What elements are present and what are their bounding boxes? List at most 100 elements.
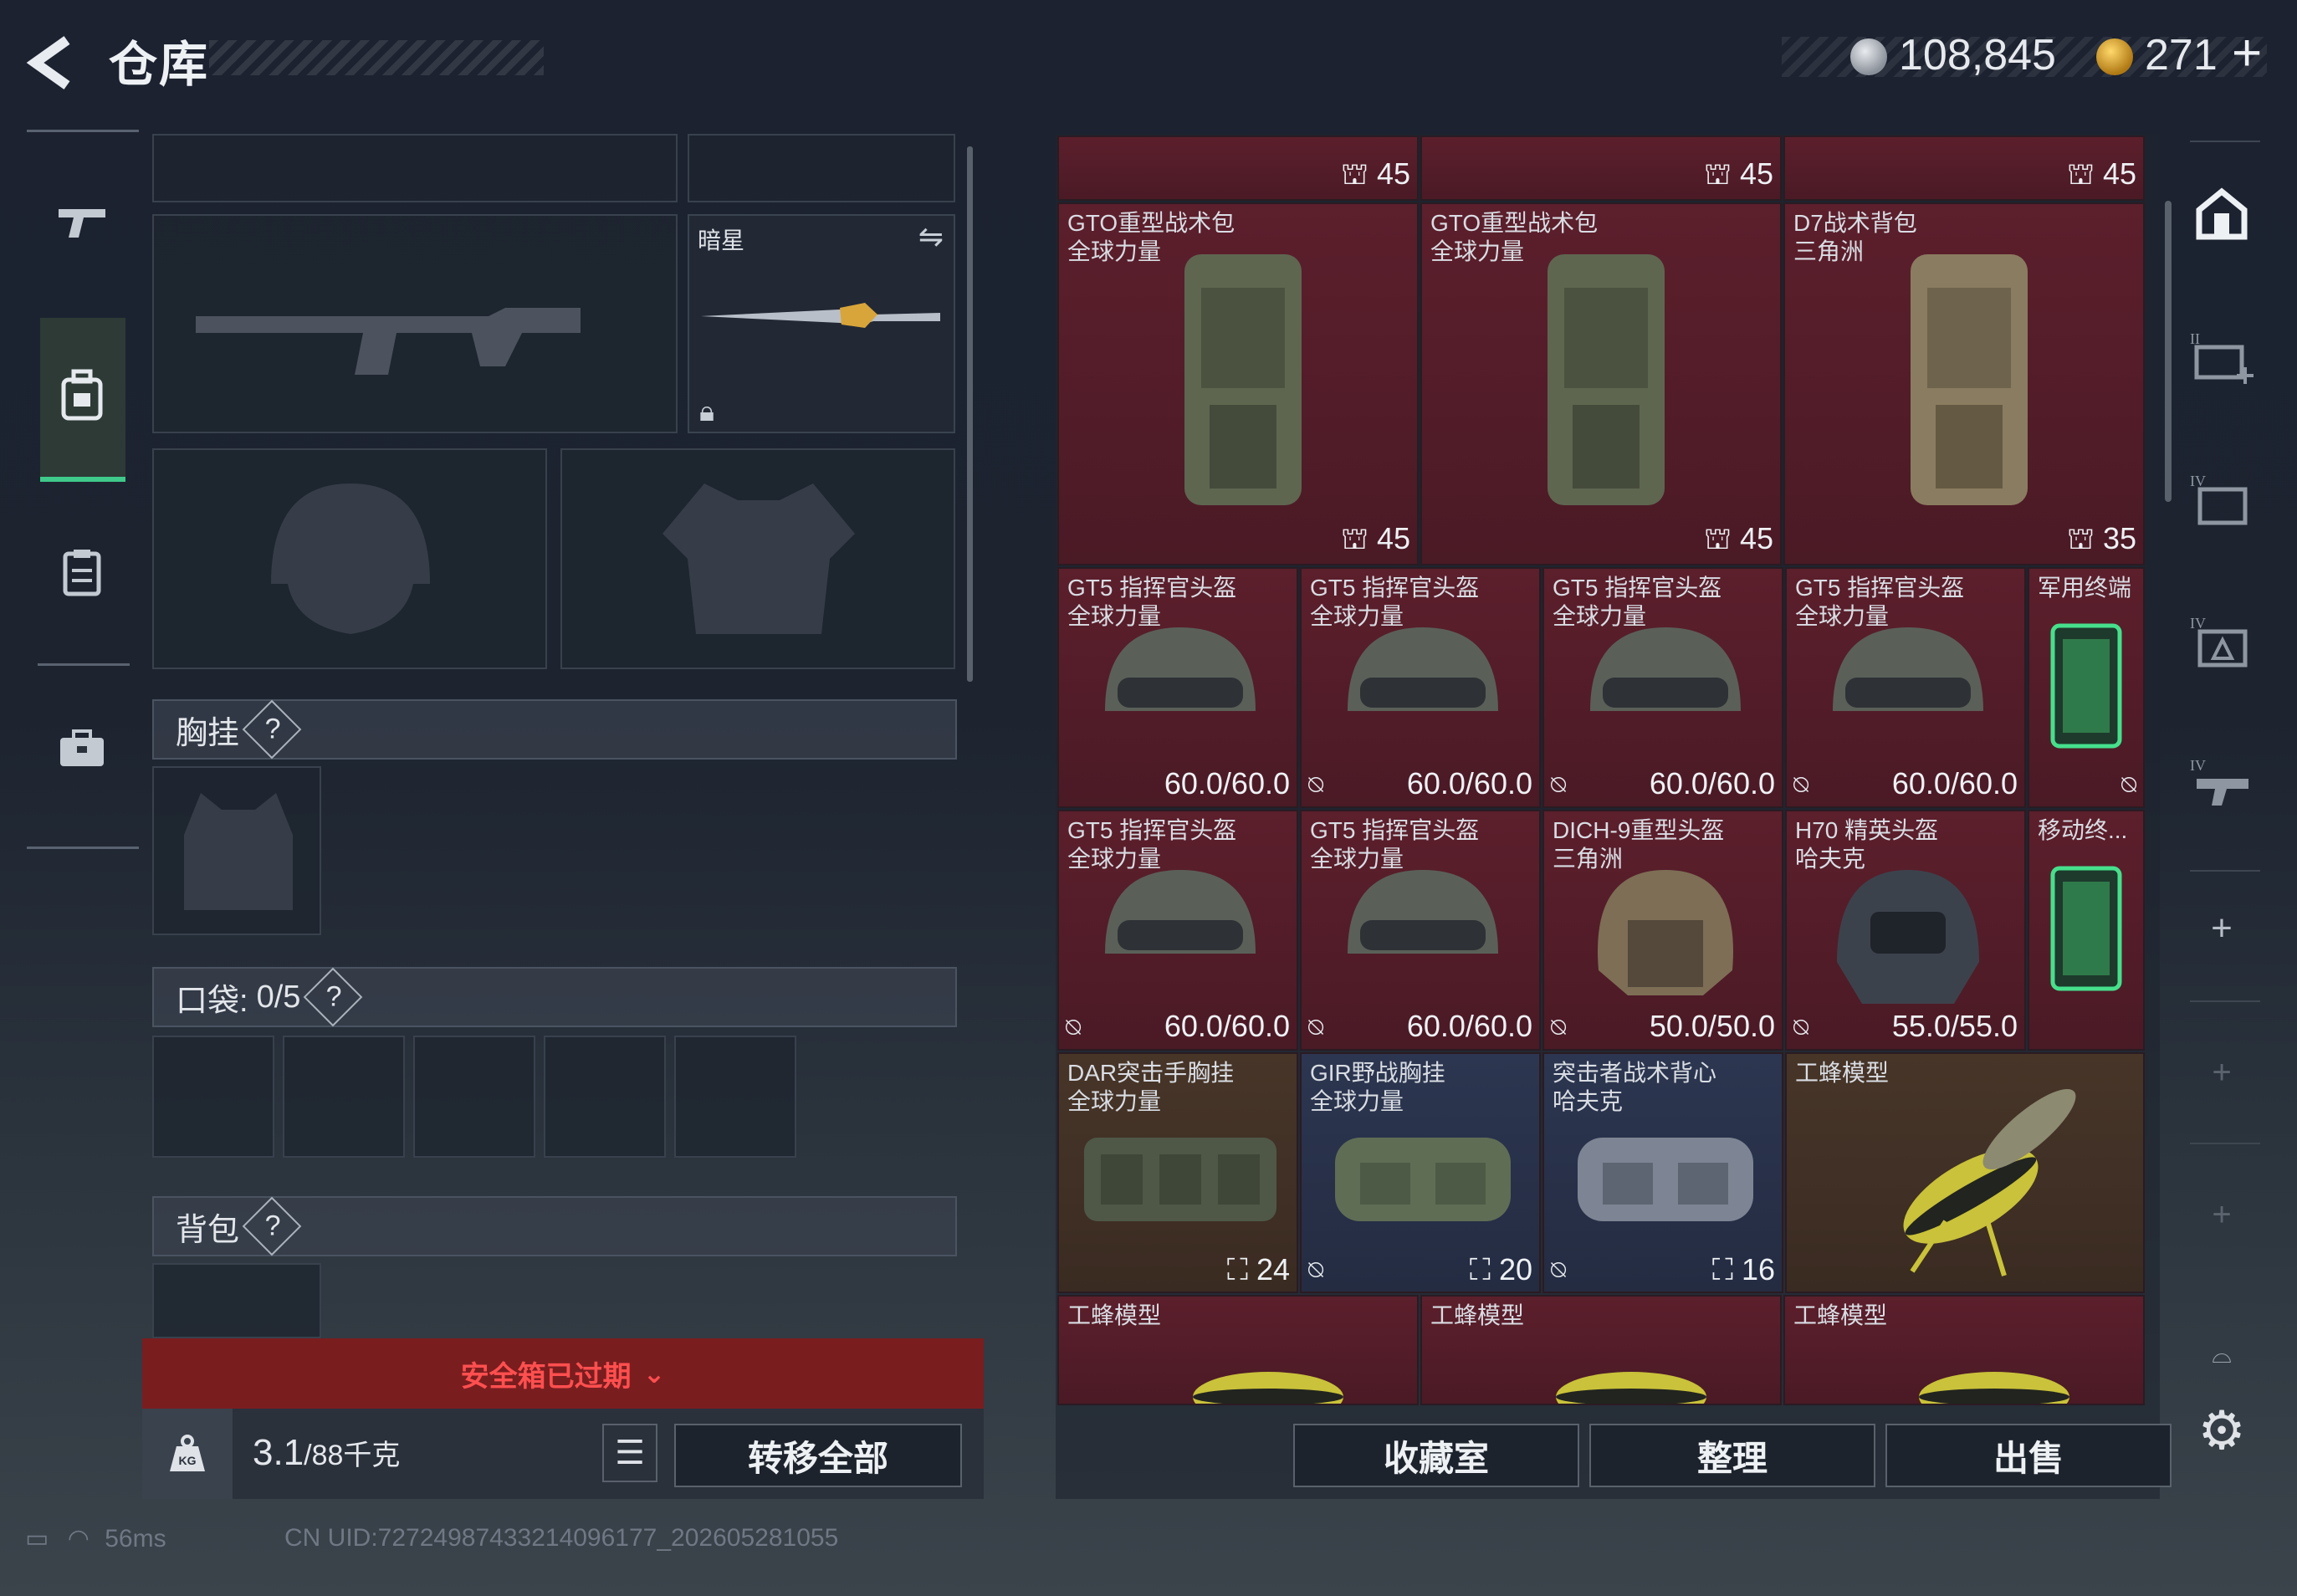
svg-text:IV: IV [2190,473,2206,489]
svg-text:KG: KG [179,1454,197,1467]
item-cell-helmet[interactable]: DICH-9重型头盔 三角洲 ⍉ 50.0/50.0 [1542,810,1783,1051]
no-repair-icon: ⍉ [1551,771,1566,799]
item-cell-chest-rig[interactable]: GIR野战胸挂 全球力量 ⍉ ⛶ 20 [1300,1052,1541,1293]
sort-button[interactable]: 整理 [1589,1424,1875,1487]
bag-small-icon[interactable]: ⌓ [2183,1317,2260,1394]
item-cell-helmet[interactable]: GT5 指挥官头盔 全球力量 ⍉ 60.0/60.0 [1057,810,1298,1051]
no-repair-icon: ⍉ [2121,771,2136,799]
backpack-label: 背包 [176,1212,240,1248]
svg-text:IV: IV [2190,615,2206,632]
capacity-badge: ⛫ 45 [1340,156,1410,191]
grid-scrollbar[interactable] [2165,201,2172,502]
capacity-badge: ⛫ 45 [1703,521,1773,555]
helmet-item-icon [1348,627,1498,711]
pocket-slot[interactable] [152,1036,274,1158]
pocket-slot[interactable] [413,1036,535,1158]
chest-rig-slot[interactable] [152,766,321,935]
pocket-slot[interactable] [283,1036,405,1158]
plus-icon[interactable]: + [2183,890,2260,967]
help-icon[interactable]: ? [242,699,302,760]
case-iv-icon[interactable]: IV [2183,460,2260,537]
rail-divider [2190,870,2260,872]
battery-icon: ▭ [25,1525,49,1553]
item-cell-backpack[interactable]: GTO重型战术包 全球力量 ⛫ 45 [1057,202,1419,565]
item-cell-backpack[interactable]: GTO重型战术包 全球力量 ⛫ 45 [1420,202,1782,565]
rail-divider [2190,141,2260,142]
back-arrow-icon[interactable] [25,33,84,92]
settings-icon[interactable]: ⚙︎ [2183,1392,2260,1469]
help-icon[interactable]: ? [242,1196,302,1256]
helmet-slot[interactable] [152,448,547,669]
sell-button[interactable]: 出售 [1885,1424,2172,1487]
rail-backpack-tab[interactable] [40,320,124,479]
capacity-badge: ⛶ 16 [1711,1252,1775,1287]
top-bar: 仓库 108,845 271 + [0,0,2297,117]
pocket-count: 0/5 [256,979,301,1015]
rail-divider [2190,1143,2260,1144]
left-scrollbar[interactable] [967,146,973,682]
armor-silhouette-icon [662,483,855,634]
melee-label: 暗星 [698,228,745,253]
rail-briefcase-tab[interactable] [40,673,124,832]
ping-value: 56ms [105,1525,166,1553]
item-cell-bee-model[interactable]: 工蜂模型 [1785,1052,2145,1293]
item-cell-bee-model[interactable]: 工蜂模型 [1783,1295,2145,1405]
item-cell-helmet[interactable]: GT5 指挥官头盔 全球力量 60.0/60.0 [1057,567,1298,808]
melee-slot[interactable]: 暗星 ⇋ 🔒︎ [688,214,955,433]
item-cell-helmet[interactable]: H70 精英头盔 哈夫克 ⍉ 55.0/55.0 [1785,810,2026,1051]
rail-divider [38,663,130,666]
durability-value: 60.0/60.0 [1164,1009,1290,1043]
bee-model-item-icon [1193,1372,1343,1404]
case-iv-alt-icon[interactable]: IV [2183,602,2260,679]
gold-currency-value: 271 [2145,31,2218,79]
backpack-section: 背包 ? [152,1196,957,1256]
rail-clipboard-tab[interactable] [40,498,124,657]
add-case-icon[interactable]: II [2183,318,2260,395]
weight-value: 3.1 [253,1432,304,1473]
backpack-item-icon [1184,254,1302,505]
transfer-all-button[interactable]: 转移全部 [674,1424,962,1487]
safe-box-expired-banner[interactable]: 安全箱已过期 ⌄ [142,1338,984,1409]
rail-weapons-tab[interactable] [40,146,124,305]
help-icon[interactable]: ? [304,967,363,1027]
vest-item-icon [1578,1138,1753,1221]
plus-icon[interactable]: + [2183,1034,2260,1111]
item-cell-helmet[interactable]: GT5 指挥官头盔 全球力量 ⍉ 60.0/60.0 [1300,810,1541,1051]
slot-top-right[interactable] [688,134,955,202]
slot-top-left[interactable] [152,134,678,202]
capacity-badge: ⛫ 45 [1703,156,1773,191]
item-cell[interactable]: ⛫ 45 [1057,136,1419,201]
item-cell-helmet[interactable]: GT5 指挥官头盔 全球力量 ⍉ 60.0/60.0 [1300,567,1541,808]
pocket-slot[interactable] [674,1036,796,1158]
no-repair-icon: ⍉ [1308,1014,1323,1041]
item-cell-backpack[interactable]: D7战术背包 三角洲 ⛫ 35 [1783,202,2145,565]
armor-slot[interactable] [560,448,955,669]
item-cell-bee-model[interactable]: 工蜂模型 [1420,1295,1782,1405]
item-cell-vest[interactable]: 突击者战术背心 哈夫克 ⍉ ⛶ 16 [1542,1052,1783,1293]
collection-room-button[interactable]: 收藏室 [1293,1424,1579,1487]
plus-icon[interactable]: + [2183,1176,2260,1253]
item-cell[interactable]: ⛫ 45 [1783,136,2145,201]
clipboard-icon [61,547,103,608]
item-cell[interactable]: ⛫ 45 [1420,136,1782,201]
capacity-badge: ⛫ 45 [1340,521,1410,555]
wifi-icon: ◠ [67,1525,90,1553]
pocket-slot[interactable] [544,1036,666,1158]
swap-icon[interactable]: ⇋ [918,219,944,254]
home-icon[interactable] [2183,176,2260,253]
item-cell-helmet[interactable]: GT5 指挥官头盔 全球力量 ⍉ 60.0/60.0 [1542,567,1783,808]
item-cell-helmet[interactable]: GT5 指挥官头盔 全球力量 ⍉ 60.0/60.0 [1785,567,2026,808]
case-iv-gun-icon[interactable]: IV [2183,744,2260,821]
backpack-slot[interactable] [152,1263,321,1338]
silver-currency-value: 108,845 [1899,31,2056,79]
durability-value: 60.0/60.0 [1649,766,1775,801]
item-cell-terminal[interactable]: 移动终... [2028,810,2145,1051]
item-cell-chest-rig[interactable]: DAR突击手胸挂 全球力量 ⛶ 24 [1057,1052,1298,1293]
list-view-button[interactable]: ☰ [602,1424,657,1482]
item-cell-terminal[interactable]: 军用终端 ⍉ [2028,567,2145,808]
add-currency-button[interactable]: + [2232,23,2262,83]
primary-weapon-slot[interactable] [152,214,678,433]
title-stripe [209,40,544,75]
item-cell-bee-model[interactable]: 工蜂模型 [1057,1295,1419,1405]
durability-value: 60.0/60.0 [1406,766,1532,801]
